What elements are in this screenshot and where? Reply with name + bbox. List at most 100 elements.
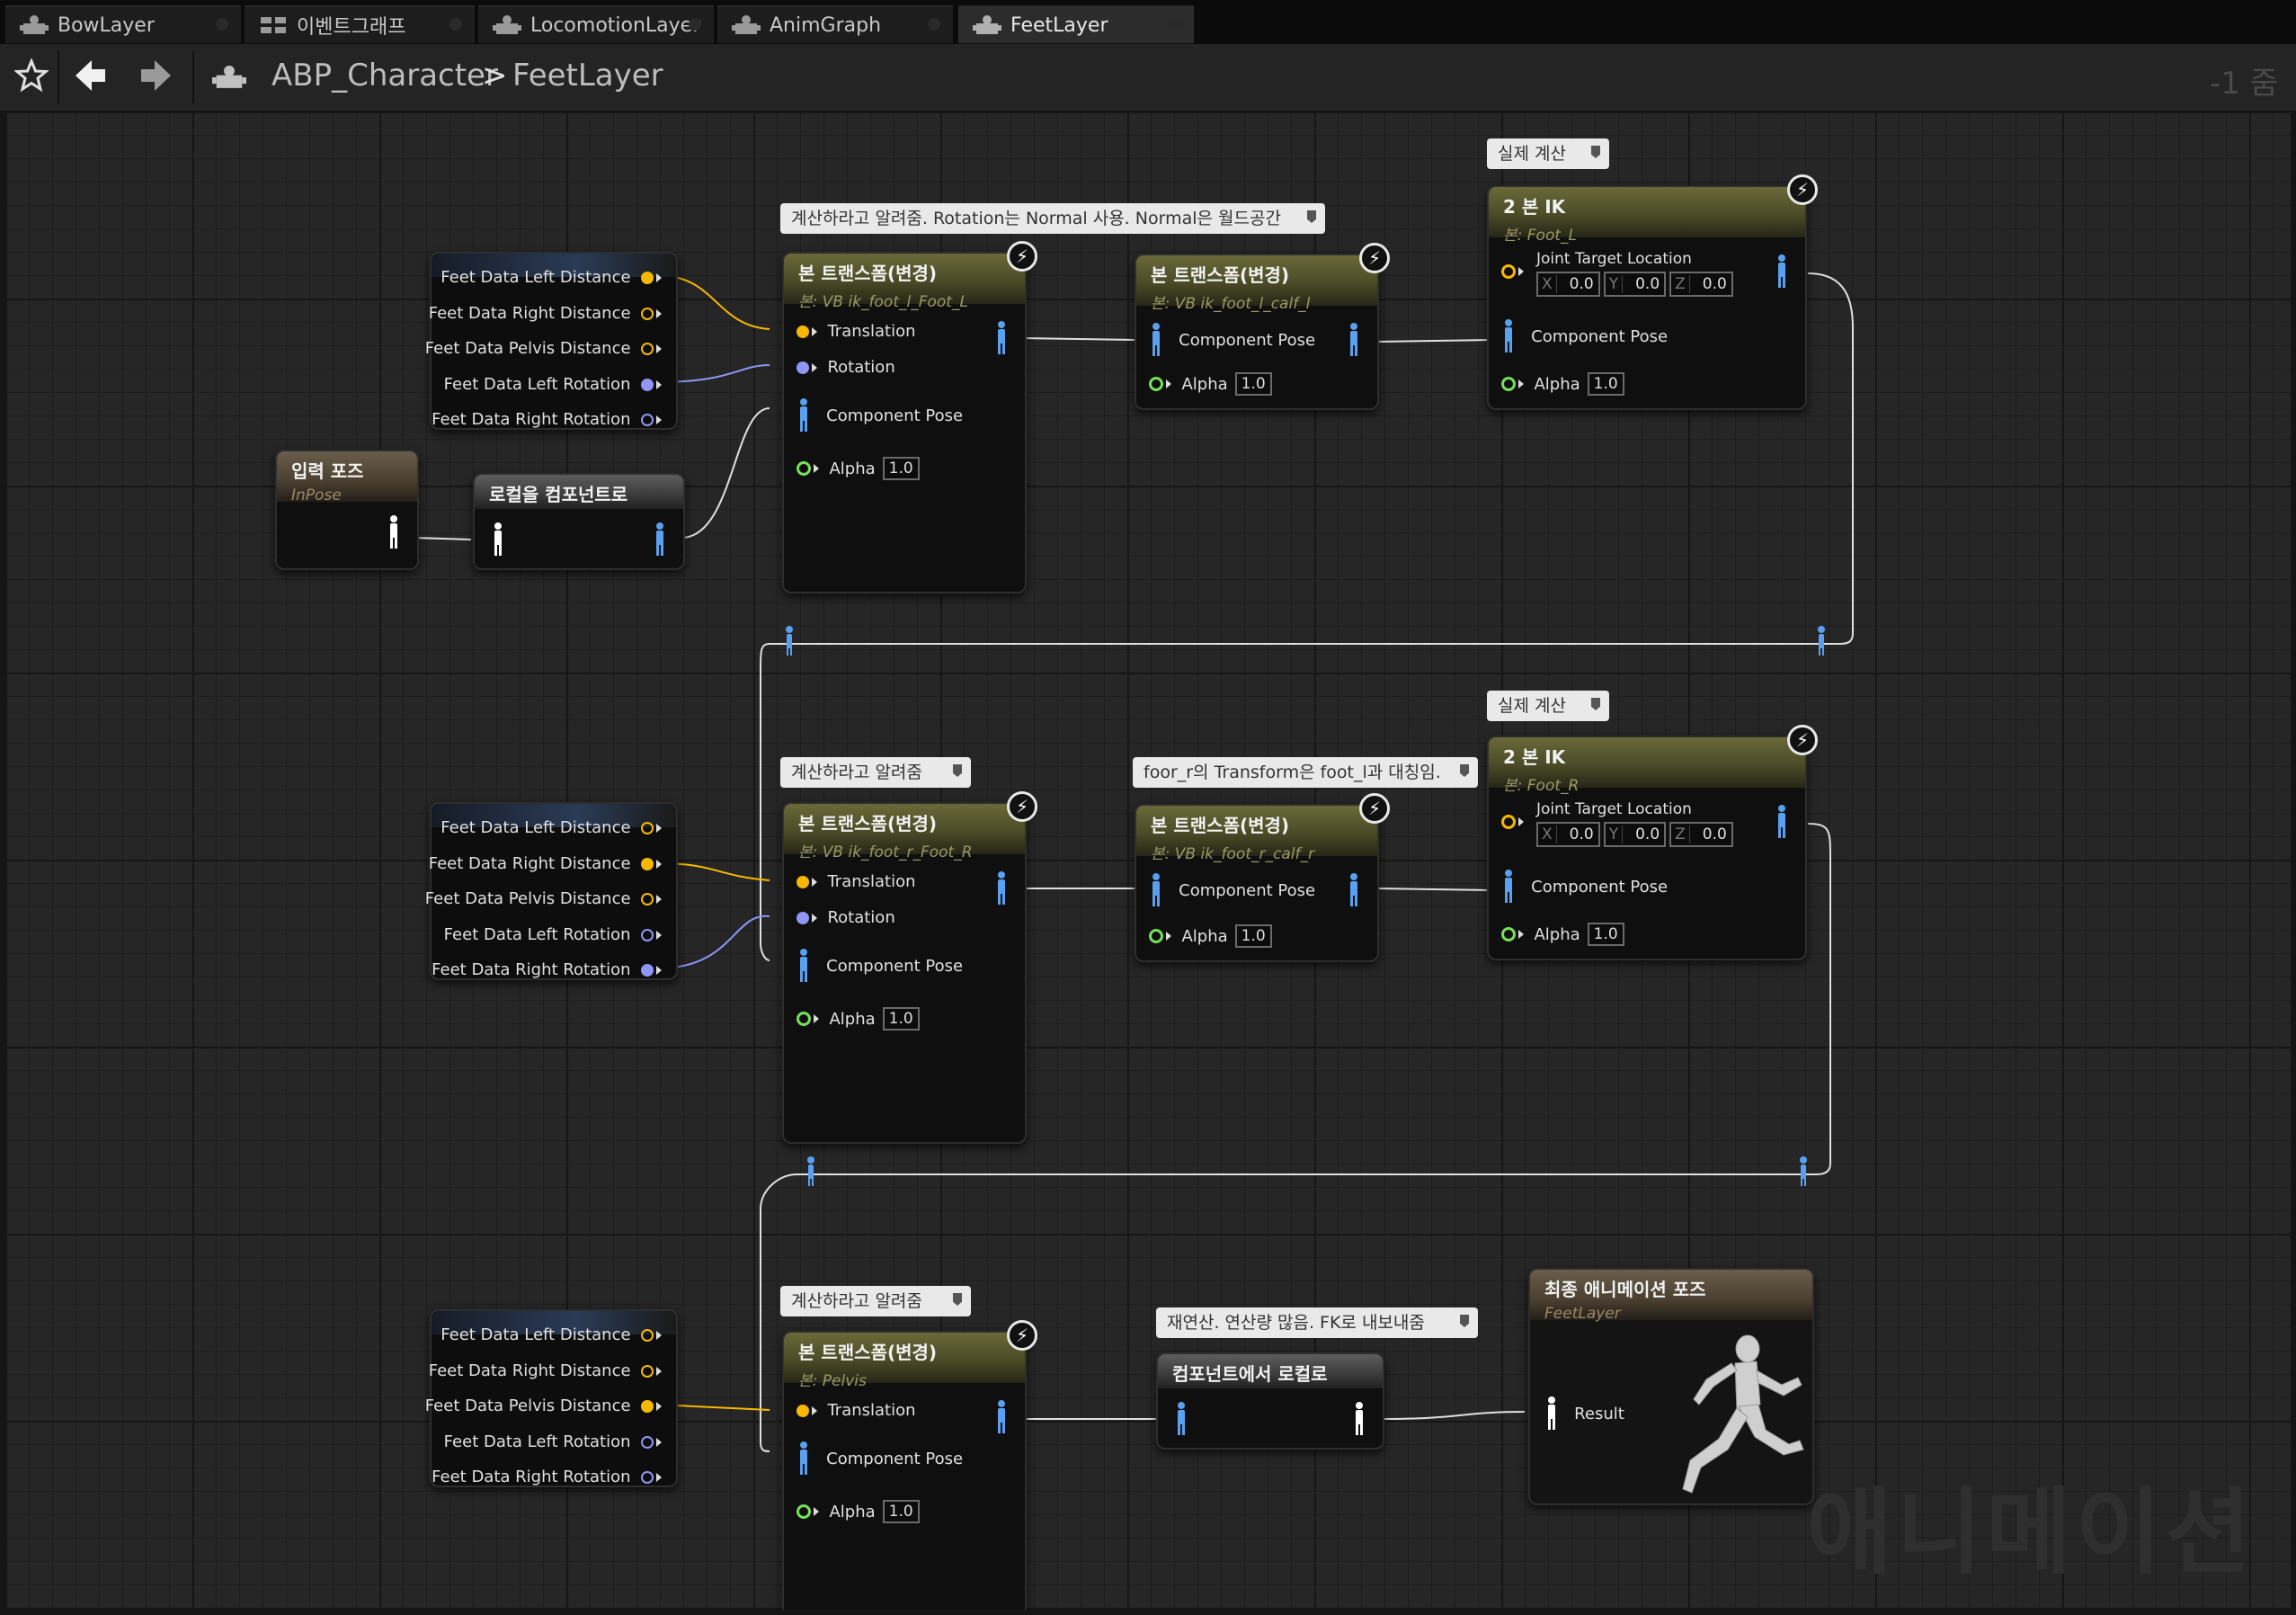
comment-bubble[interactable]: foor_r의 Transform은 foot_l과 대칭임. <box>1133 757 1478 788</box>
rotator-pin-icon[interactable] <box>641 413 654 426</box>
component-pose-output-pin-icon[interactable] <box>994 320 1009 356</box>
float-pin-icon[interactable] <box>641 1328 654 1342</box>
alpha-pin[interactable]: Alpha 1.0 <box>1149 924 1272 948</box>
alpha-pin-icon[interactable] <box>1149 377 1163 391</box>
local-to-component-node[interactable]: 로컬을 컴포넌트로 <box>473 473 685 570</box>
alpha-value-field[interactable]: 1.0 <box>1234 924 1272 948</box>
rotator-pin-icon[interactable] <box>796 361 809 374</box>
component-pose-pin[interactable]: Component Pose <box>1501 318 1668 354</box>
x-field[interactable]: X 0.0 <box>1536 272 1600 297</box>
comment-bubble[interactable]: 실제 계산 <box>1487 691 1609 721</box>
pin-right-distance[interactable]: Feet Data Right Distance <box>429 854 662 873</box>
comment-bubble[interactable]: 계산하라고 알려줌 <box>780 1286 971 1316</box>
pin-right-rotation[interactable]: Feet Data Right Rotation <box>432 1468 662 1486</box>
alpha-pin[interactable]: Alpha 1.0 <box>1501 923 1624 946</box>
pin-left-distance[interactable]: Feet Data Left Distance <box>441 268 662 287</box>
component-pose-output-pin-icon[interactable] <box>653 522 667 558</box>
x-field[interactable]: X 0.0 <box>1536 822 1600 847</box>
component-pose-output-pin-icon[interactable] <box>994 870 1009 906</box>
component-pose-output-pin-icon[interactable] <box>994 1399 1009 1435</box>
pin-pelvis-distance[interactable]: Feet Data Pelvis Distance <box>425 889 662 908</box>
pin-left-distance[interactable]: Feet Data Left Distance <box>441 1325 662 1344</box>
alpha-value-field[interactable]: 1.0 <box>1587 372 1624 396</box>
pin-right-distance[interactable]: Feet Data Right Distance <box>429 304 662 323</box>
float-pin-icon[interactable] <box>796 875 809 888</box>
close-tab-icon[interactable] <box>449 18 462 31</box>
pin-left-rotation[interactable]: Feet Data Left Rotation <box>444 925 662 944</box>
alpha-pin[interactable]: Alpha 1.0 <box>1501 372 1624 396</box>
component-pose-pin-icon[interactable] <box>1501 869 1516 905</box>
close-tab-icon[interactable] <box>689 18 701 31</box>
comment-bubble[interactable]: 계산하라고 알려줌 <box>780 757 971 788</box>
pose-output-pin-icon[interactable] <box>387 514 401 550</box>
component-pose-output-pin-icon[interactable] <box>1347 872 1361 908</box>
pin-right-distance[interactable]: Feet Data Right Distance <box>429 1361 662 1380</box>
bone-transform-node-foot-r[interactable]: 본 트랜스폼(변경) 본: VB ik_foot_r_Foot_R ⚡ Tran… <box>782 791 1037 1144</box>
component-pose-pin-icon[interactable] <box>1149 872 1163 908</box>
tab-locomotion-layer[interactable]: LocomotionLayer <box>478 5 714 43</box>
component-pose-pin-icon[interactable] <box>796 1441 811 1477</box>
forward-arrow-icon[interactable] <box>138 58 173 93</box>
alpha-pin-icon[interactable] <box>796 1012 811 1026</box>
float-pin-icon[interactable] <box>641 271 654 284</box>
translation-pin[interactable]: Translation <box>796 872 916 891</box>
back-arrow-icon[interactable] <box>74 58 108 93</box>
alpha-pin[interactable]: Alpha 1.0 <box>796 1007 920 1031</box>
two-bone-ik-node-foot-r[interactable]: 2 본 IK 본: Foot_R ⚡ Joint Target Location… <box>1487 725 1818 960</box>
close-tab-icon[interactable] <box>216 18 228 31</box>
float-pin-icon[interactable] <box>641 342 654 355</box>
pin-pelvis-distance[interactable]: Feet Data Pelvis Distance <box>425 1396 662 1415</box>
float-pin-icon[interactable] <box>641 307 654 320</box>
anim-graph-canvas[interactable]: 계산하라고 알려줌. Rotation는 Normal 사용. Normal은 … <box>5 112 2291 1610</box>
component-to-local-node[interactable]: 컴포넌트에서 로컬로 <box>1156 1352 1384 1450</box>
alpha-pin-icon[interactable] <box>796 461 811 476</box>
input-pose-node[interactable]: 입력 포즈 InPose <box>275 450 419 570</box>
comment-bubble[interactable]: 계산하라고 알려줌. Rotation는 Normal 사용. Normal은 … <box>780 203 1325 234</box>
alpha-value-field[interactable]: 1.0 <box>882 1007 920 1031</box>
alpha-value-field[interactable]: 1.0 <box>882 1500 920 1523</box>
tab-feetlayer[interactable]: FeetLayer <box>958 5 1194 43</box>
rotator-pin-icon[interactable] <box>641 1470 654 1484</box>
alpha-value-field[interactable]: 1.0 <box>1234 372 1272 396</box>
component-pose-output-pin-icon[interactable] <box>1775 254 1789 290</box>
alpha-value-field[interactable]: 1.0 <box>1587 923 1624 946</box>
rotation-pin[interactable]: Rotation <box>796 358 895 377</box>
alpha-pin[interactable]: Alpha 1.0 <box>796 457 920 480</box>
translation-pin[interactable]: Translation <box>796 1401 916 1420</box>
y-field[interactable]: Y 0.0 <box>1603 272 1667 297</box>
rotator-pin-icon[interactable] <box>641 928 654 941</box>
vector-pin-icon[interactable] <box>1501 264 1516 279</box>
pin-left-rotation[interactable]: Feet Data Left Rotation <box>444 375 662 394</box>
tab-animgraph[interactable]: AnimGraph <box>717 5 953 43</box>
component-pose-output-pin-icon[interactable] <box>1775 804 1789 840</box>
pin-left-rotation[interactable]: Feet Data Left Rotation <box>444 1432 662 1451</box>
feet-data-node-row1[interactable]: Feet Data Left Distance Feet Data Right … <box>425 252 678 430</box>
rotator-pin-icon[interactable] <box>641 378 654 391</box>
component-pose-pin[interactable]: Component Pose <box>796 1441 963 1477</box>
pose-output-pin-icon[interactable] <box>1352 1401 1366 1437</box>
component-pose-output-pin-icon[interactable] <box>1347 322 1361 358</box>
bone-transform-node-calf-l[interactable]: 본 트랜스폼(변경) 본: VB ik_foot_l_calf_l ⚡ Comp… <box>1135 243 1390 410</box>
comment-bubble[interactable]: 재연산. 연산량 많음. FK로 내보내줌 <box>1156 1307 1478 1338</box>
pin-left-distance[interactable]: Feet Data Left Distance <box>441 818 662 837</box>
bone-transform-node-foot-l[interactable]: 본 트랜스폼(변경) 본: VB ik_foot_l_Foot_L ⚡ Tran… <box>782 241 1037 593</box>
alpha-pin[interactable]: Alpha 1.0 <box>796 1500 920 1523</box>
translation-pin[interactable]: Translation <box>796 322 916 341</box>
feet-data-node-row3[interactable]: Feet Data Left Distance Feet Data Right … <box>425 1309 678 1487</box>
component-pose-pin[interactable]: Component Pose <box>1149 322 1315 358</box>
output-pose-node[interactable]: 최종 애니메이션 포즈 FeetLayer Result <box>1528 1268 1814 1505</box>
component-pose-pin-icon[interactable] <box>796 397 811 433</box>
pose-input-pin-icon[interactable] <box>1544 1396 1559 1432</box>
two-bone-ik-node-foot-l[interactable]: 2 본 IK 본: Foot_L ⚡ Joint Target Location… <box>1487 174 1818 410</box>
rotation-pin[interactable]: Rotation <box>796 908 895 927</box>
component-pose-pin-icon[interactable] <box>1501 318 1516 354</box>
float-pin-icon[interactable] <box>796 325 809 338</box>
rotator-pin-icon[interactable] <box>796 911 809 924</box>
component-pose-pin[interactable]: Component Pose <box>796 948 963 984</box>
float-pin-icon[interactable] <box>641 892 654 906</box>
float-pin-icon[interactable] <box>641 1399 654 1413</box>
pin-pelvis-distance[interactable]: Feet Data Pelvis Distance <box>425 339 662 358</box>
vector-pin-icon[interactable] <box>1501 815 1516 829</box>
pin-right-rotation[interactable]: Feet Data Right Rotation <box>432 410 662 429</box>
float-pin-icon[interactable] <box>796 1404 809 1417</box>
